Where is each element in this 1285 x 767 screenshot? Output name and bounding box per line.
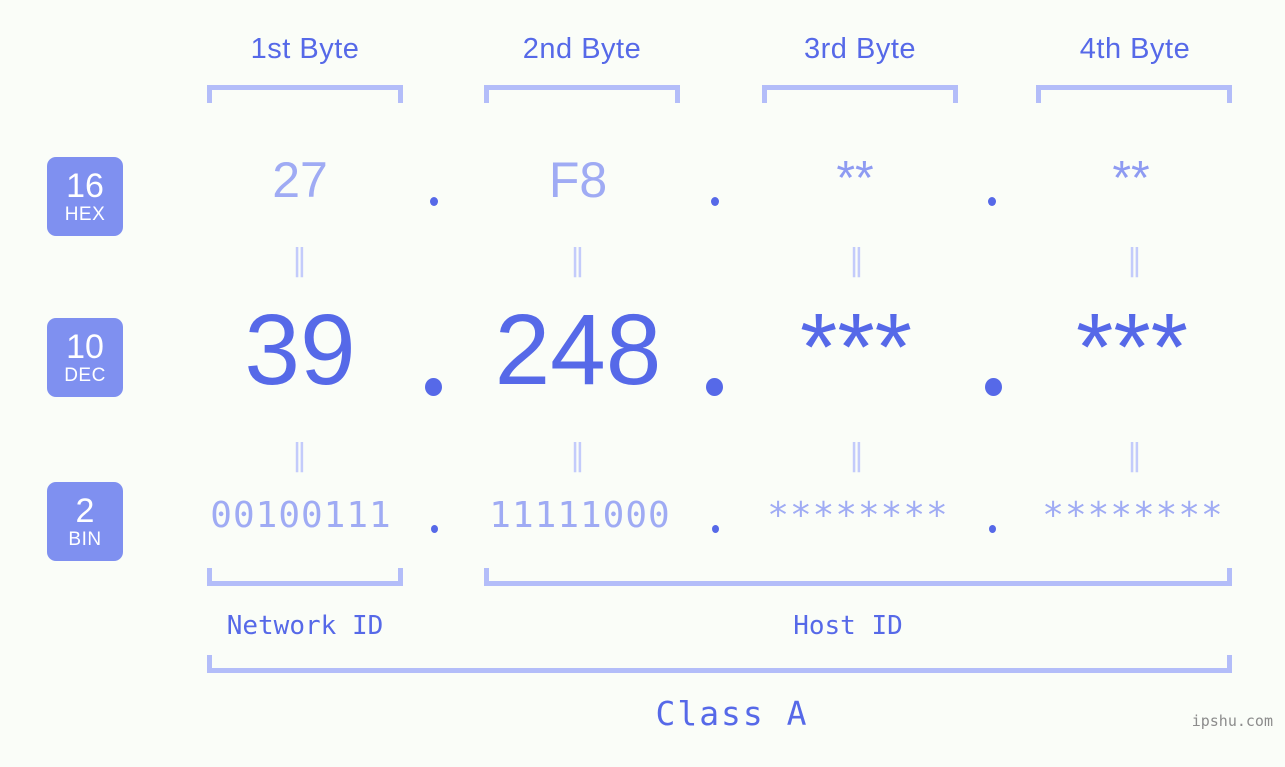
hex-separator-3 <box>988 197 996 206</box>
dec-separator-2 <box>706 378 723 396</box>
hex-byte-2: F8 <box>548 152 608 208</box>
class-label: Class A <box>655 694 809 733</box>
base-badge-bin-number: 2 <box>75 492 95 530</box>
dec-separator-3 <box>985 378 1002 396</box>
bin-byte-3: ******** <box>767 495 949 536</box>
dec-byte-1: 39 <box>244 294 356 406</box>
connector-dec-bin-2: ‖ <box>570 438 586 473</box>
byte-header-1: 1st Byte <box>250 33 360 65</box>
network-id-bracket <box>207 568 403 586</box>
bin-byte-2: 11111000 <box>489 495 671 536</box>
bin-separator-1 <box>431 525 438 533</box>
network-id-label: Network ID <box>226 611 384 641</box>
hex-byte-3: ** <box>836 152 874 205</box>
connector-hex-dec-4: ‖ <box>1127 243 1143 278</box>
hex-byte-1: 27 <box>272 152 328 208</box>
byte-header-4: 4th Byte <box>1079 33 1191 65</box>
base-badge-hex-number: 16 <box>66 167 104 205</box>
byte-header-3: 3rd Byte <box>804 33 916 65</box>
bin-separator-2 <box>712 525 719 533</box>
byte-bracket-1 <box>207 85 403 103</box>
byte-bracket-4 <box>1036 85 1232 103</box>
dec-byte-2: 248 <box>494 294 662 406</box>
hex-separator-1 <box>430 197 438 206</box>
connector-hex-dec-2: ‖ <box>570 243 586 278</box>
bin-byte-4: ******** <box>1042 495 1224 536</box>
base-badge-hex: 16 HEX <box>47 157 123 236</box>
connector-hex-dec-3: ‖ <box>849 243 865 278</box>
ip-address-breakdown-diagram: 1st Byte 2nd Byte 3rd Byte 4th Byte 16 H… <box>0 0 1285 767</box>
dec-byte-4: *** <box>1075 294 1189 401</box>
base-badge-dec-number: 10 <box>66 328 104 366</box>
dec-byte-3: *** <box>799 294 913 401</box>
base-badge-bin-unit: BIN <box>68 529 102 550</box>
connector-dec-bin-3: ‖ <box>849 438 865 473</box>
host-id-label: Host ID <box>793 611 903 641</box>
hex-byte-4: ** <box>1112 152 1150 205</box>
base-badge-hex-unit: HEX <box>64 204 106 225</box>
byte-header-2: 2nd Byte <box>522 33 642 65</box>
class-bracket <box>207 655 1232 673</box>
bin-separator-3 <box>989 525 996 533</box>
byte-bracket-2 <box>484 85 680 103</box>
host-id-bracket <box>484 568 1232 586</box>
base-badge-dec: 10 DEC <box>47 318 123 397</box>
base-badge-bin: 2 BIN <box>47 482 123 561</box>
connector-dec-bin-4: ‖ <box>1127 438 1143 473</box>
site-watermark: ipshu.com <box>1191 712 1273 730</box>
connector-dec-bin-1: ‖ <box>292 438 308 473</box>
dec-separator-1 <box>425 378 442 396</box>
byte-bracket-3 <box>762 85 958 103</box>
base-badge-dec-unit: DEC <box>64 365 106 386</box>
hex-separator-2 <box>711 197 719 206</box>
connector-hex-dec-1: ‖ <box>292 243 308 278</box>
bin-byte-1: 00100111 <box>210 495 392 536</box>
